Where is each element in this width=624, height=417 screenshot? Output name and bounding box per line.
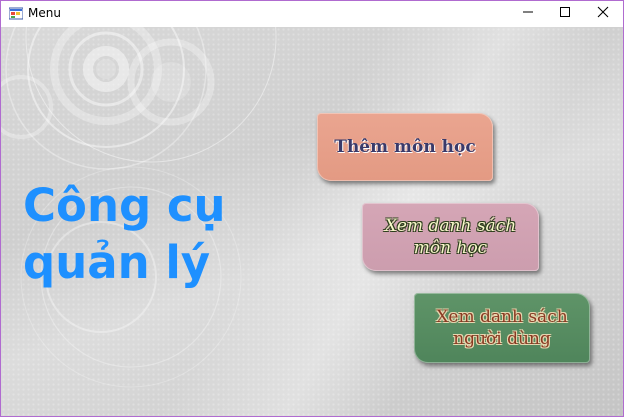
- title-bar[interactable]: Menu: [1, 1, 623, 27]
- view-subjects-label-line2: môn học: [413, 238, 488, 258]
- add-subject-label: Thêm môn học: [334, 137, 476, 157]
- window-title: Menu: [28, 6, 61, 20]
- page-title: Công cụ quản lý: [23, 177, 283, 291]
- maximize-button[interactable]: [545, 1, 585, 27]
- view-users-button[interactable]: Xem danh sách người dùng: [414, 293, 590, 363]
- view-subjects-label: Xem danh sách môn học: [385, 215, 516, 259]
- close-icon: [597, 5, 609, 23]
- view-subjects-label-line1: Xem danh sách: [384, 216, 517, 236]
- add-subject-button[interactable]: Thêm môn học: [317, 113, 493, 181]
- close-button[interactable]: [583, 1, 623, 27]
- page-title-line2: quản lý: [23, 236, 211, 289]
- view-users-label-line2: người dùng: [453, 329, 551, 349]
- minimize-button[interactable]: [508, 1, 548, 27]
- minimize-icon: [522, 5, 534, 23]
- maximize-icon: [559, 5, 571, 23]
- page-title-line1: Công cụ: [23, 179, 226, 232]
- form-client-area: Công cụ quản lý Thêm môn học Xem danh sá…: [1, 27, 623, 416]
- view-users-label-line1: Xem danh sách: [436, 307, 568, 327]
- view-subjects-button[interactable]: Xem danh sách môn học: [362, 203, 539, 271]
- view-users-label: Xem danh sách người dùng: [436, 306, 567, 350]
- app-icon: [8, 7, 24, 20]
- app-window: Menu Công cụ quản lý Thêm môn học Xem da…: [0, 0, 624, 417]
